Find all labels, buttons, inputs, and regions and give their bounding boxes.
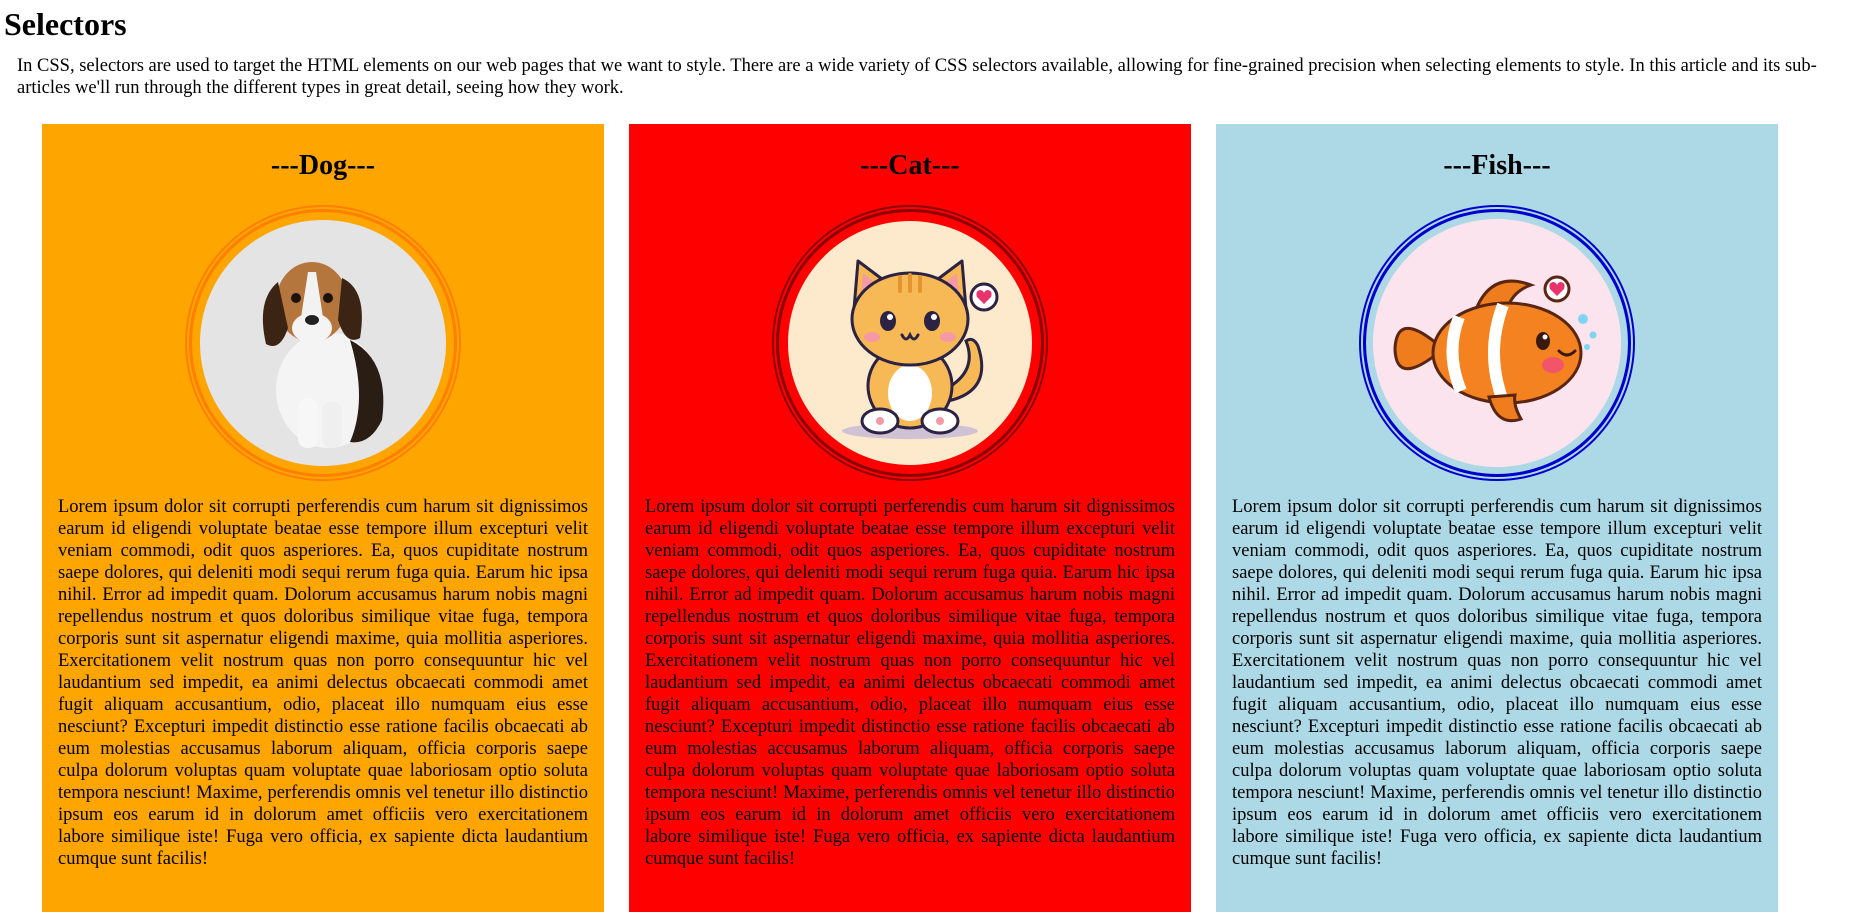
beagle-puppy-icon bbox=[200, 220, 446, 466]
card-title-fish: ---Fish--- bbox=[1443, 150, 1551, 181]
intro-paragraph: In CSS, selectors are used to target the… bbox=[17, 56, 1817, 98]
card-text-fish: Lorem ipsum dolor sit corrupti perferend… bbox=[1232, 497, 1762, 869]
fish-avatar bbox=[1366, 212, 1628, 474]
card-fish: ---Fish--- Lorem ipsum dolor sit corrupt… bbox=[1216, 124, 1778, 912]
card-title-cat: ---Cat--- bbox=[860, 150, 960, 181]
card-dog: ---Dog--- Lorem ipsum dolor sit corrupti… bbox=[42, 124, 604, 912]
card-title-dog: ---Dog--- bbox=[270, 150, 376, 181]
cartoon-clownfish-icon bbox=[1373, 219, 1621, 467]
dog-avatar bbox=[192, 212, 454, 474]
card-row: ---Dog--- Lorem ipsum dolor sit corrupti… bbox=[42, 124, 1778, 912]
card-text-cat: Lorem ipsum dolor sit corrupti perferend… bbox=[645, 497, 1175, 869]
cat-avatar bbox=[779, 212, 1041, 474]
page-title: Selectors bbox=[4, 6, 127, 42]
cartoon-cat-icon bbox=[788, 221, 1032, 465]
card-text-dog: Lorem ipsum dolor sit corrupti perferend… bbox=[58, 497, 588, 869]
card-cat: ---Cat--- Lorem ipsum dolor sit corrupti… bbox=[629, 124, 1191, 912]
